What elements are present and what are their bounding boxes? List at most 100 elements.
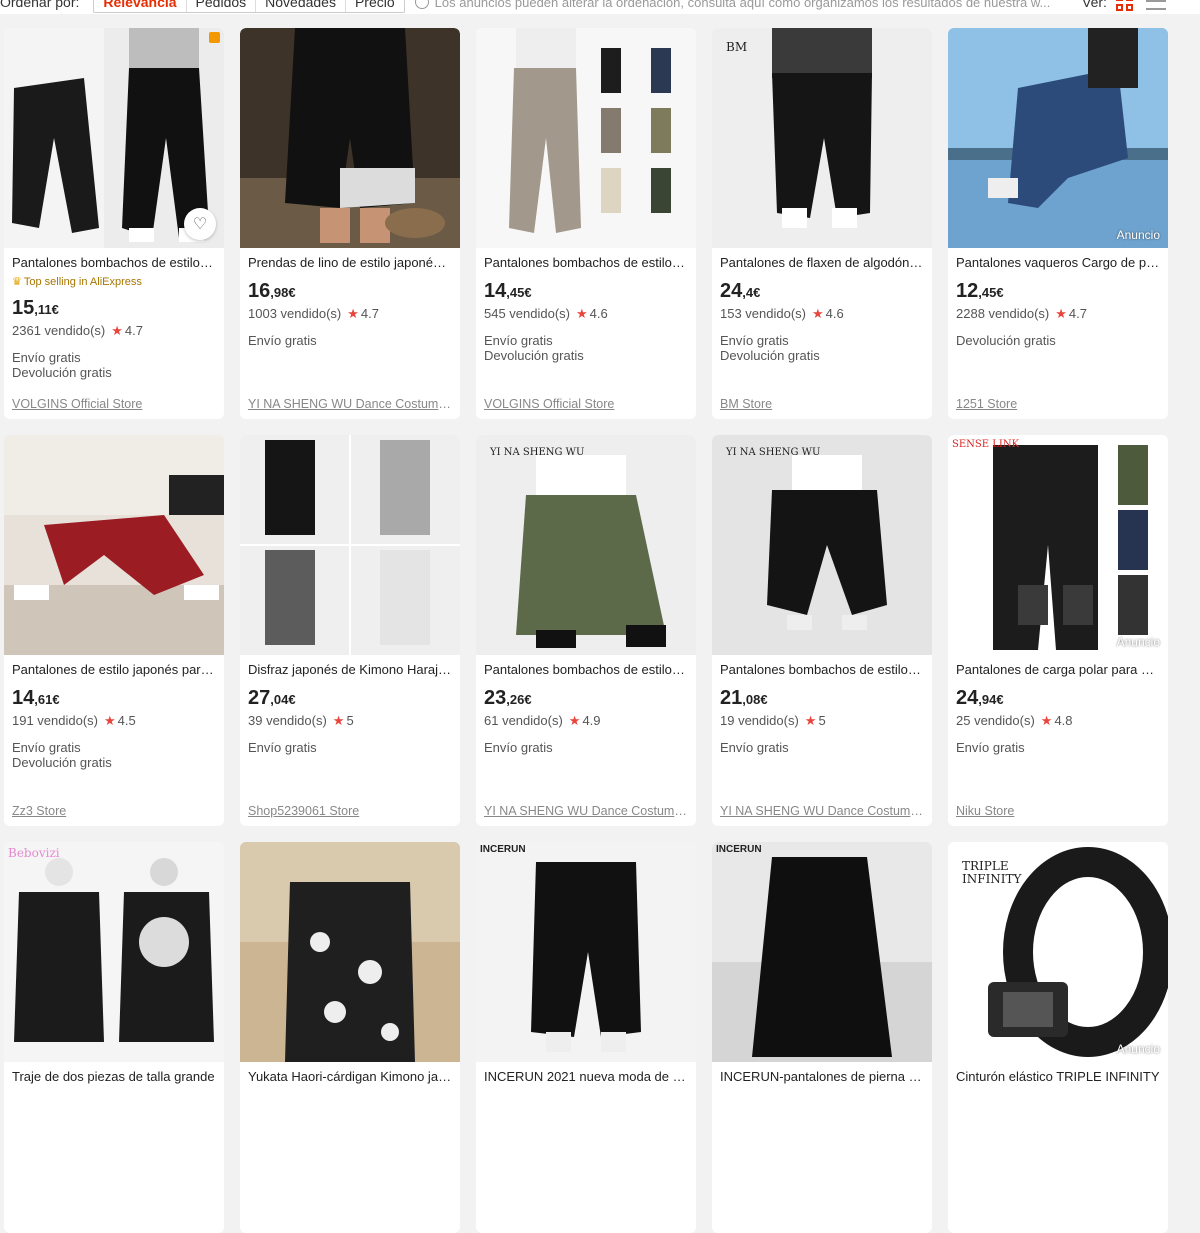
product-title[interactable]: INCERUN-pantalones de pierna ancha	[720, 1068, 924, 1086]
store-link[interactable]: BM Store	[720, 397, 924, 411]
brand-logo: YI NA SHENG WU	[490, 447, 585, 458]
brand-logo: BM	[726, 40, 748, 54]
shipping-info: Envío gratis Devolución gratis	[484, 333, 584, 363]
sold-count: 19 vendido(s) ★ 5	[720, 713, 826, 728]
product-card[interactable]: YI NA SHENG WU Pantalones bombachos de es…	[476, 435, 696, 826]
sort-relevance[interactable]: Relevancia	[94, 0, 187, 12]
brand-logo: YI NA SHENG WU	[726, 447, 821, 458]
product-image[interactable]: Anuncio	[948, 28, 1168, 248]
store-link[interactable]: 1251 Store	[956, 397, 1160, 411]
brand-logo: INCERUN	[716, 844, 762, 855]
product-card[interactable]: Prendas de lino de estilo japonés para h…	[240, 28, 460, 419]
shipping-info: Envío gratis Devolución gratis	[12, 350, 112, 380]
product-title[interactable]: Pantalones bombachos de estilo japonés	[484, 661, 688, 679]
store-link[interactable]: Shop5239061 Store	[248, 804, 452, 818]
star-icon: ★	[104, 713, 116, 728]
sold-count: 545 vendido(s) ★ 4.6	[484, 306, 608, 321]
product-title[interactable]: Cinturón elástico TRIPLE INFINITY	[956, 1068, 1160, 1086]
product-image[interactable]: BM	[712, 28, 932, 248]
store-link[interactable]: Zz3 Store	[12, 804, 216, 818]
product-image[interactable]	[240, 435, 460, 655]
sold-count: 39 vendido(s) ★ 5	[248, 713, 354, 728]
product-price: 24,94€	[956, 687, 1004, 709]
store-link[interactable]: YI NA SHENG WU Dance Costume Store	[484, 804, 688, 818]
product-title[interactable]: Pantalones de estilo japonés para hombre	[12, 661, 216, 679]
brand-logo: SENSE LINK	[952, 439, 1020, 450]
store-link[interactable]: VOLGINS Official Store	[12, 397, 216, 411]
list-view-icon[interactable]	[1146, 0, 1166, 10]
product-title[interactable]: INCERUN 2021 nueva moda de los hombres	[484, 1068, 688, 1086]
product-title[interactable]: Pantalones vaqueros Cargo de pierna anch…	[956, 254, 1160, 272]
product-card[interactable]: Bebovizi Traje de dos piezas de talla gra…	[4, 842, 224, 1233]
product-price: 14,61€	[12, 687, 60, 709]
product-image[interactable]: Bebovizi	[4, 842, 224, 1062]
sold-count: 61 vendido(s) ★ 4.9	[484, 713, 601, 728]
product-card[interactable]: Anuncio Pantalones vaqueros Cargo de pier…	[948, 28, 1168, 419]
product-card[interactable]: Disfraz japonés de Kimono Harajuku 27,04€…	[240, 435, 460, 826]
star-icon: ★	[111, 323, 123, 338]
product-title[interactable]: Pantalones bombachos de estilo chino	[12, 254, 216, 272]
sort-price[interactable]: Precio	[346, 0, 404, 12]
sold-count: 153 vendido(s) ★ 4.6	[720, 306, 844, 321]
product-image[interactable]: YI NA SHENG WU	[476, 435, 696, 655]
product-card[interactable]: BM Pantalones de flaxen de algodón japone…	[712, 28, 932, 419]
store-link[interactable]: VOLGINS Official Store	[484, 397, 688, 411]
brand-logo: TRIPLE INFINITY	[962, 859, 1022, 886]
ad-label: Anuncio	[1116, 1042, 1160, 1056]
star-icon: ★	[576, 306, 588, 321]
product-image[interactable]: YI NA SHENG WU	[712, 435, 932, 655]
sold-count: 1003 vendido(s) ★ 4.7	[248, 306, 379, 321]
shipping-info: Devolución gratis	[956, 333, 1056, 348]
product-title[interactable]: Pantalones bombachos de estilo vintage	[720, 661, 924, 679]
store-link[interactable]: YI NA SHENG WU Dance Costume Store	[720, 804, 924, 818]
product-image[interactable]: SENSE LINK Anuncio	[948, 435, 1168, 655]
product-price: 12,45€	[956, 280, 1004, 302]
brand-logo: INCERUN	[480, 844, 526, 855]
product-title[interactable]: Pantalones de flaxen de algodón japonese…	[720, 254, 924, 272]
star-icon: ★	[812, 306, 824, 321]
product-image[interactable]: INCERUN	[712, 842, 932, 1062]
shipping-info: Envío gratis	[956, 740, 1025, 755]
sort-options: Relevancia Pedidos Novedades Precio	[93, 0, 405, 13]
product-title[interactable]: Prendas de lino de estilo japonés para h…	[248, 254, 452, 272]
store-link[interactable]: YI NA SHENG WU Dance Costume Store	[248, 397, 452, 411]
product-card[interactable]: Pantalones de estilo japonés para hombre…	[4, 435, 224, 826]
heart-icon[interactable]: ♡	[184, 208, 216, 240]
product-price: 23,26€	[484, 687, 532, 709]
shipping-info: Envío gratis Devolución gratis	[720, 333, 820, 363]
product-card[interactable]: TRIPLE INFINITY Anuncio Cinturón elástico T…	[948, 842, 1168, 1233]
crown-icon: ♛	[12, 276, 22, 288]
sort-label: Ordenar por:	[0, 0, 80, 10]
product-image[interactable]	[240, 28, 460, 248]
product-card[interactable]: SENSE LINK Anuncio Pantalones de carga pol…	[948, 435, 1168, 826]
product-price: 24,4€	[720, 280, 761, 302]
product-card[interactable]: YI NA SHENG WU Pantalones bombachos de es…	[712, 435, 932, 826]
product-image[interactable]: ♡	[4, 28, 224, 248]
sort-orders[interactable]: Pedidos	[187, 0, 257, 12]
product-image[interactable]: TRIPLE INFINITY Anuncio	[948, 842, 1168, 1062]
product-card[interactable]: ♡ Pantalones bombachos de estilo chino ♛ To…	[4, 28, 224, 419]
product-title[interactable]: Pantalones de carga polar para hombre	[956, 661, 1160, 679]
product-image[interactable]	[476, 28, 696, 248]
product-card[interactable]: INCERUN INCERUN-pantalones de pierna anch…	[712, 842, 932, 1233]
store-link[interactable]: Niku Store	[956, 804, 1160, 818]
product-title[interactable]: Yukata Haori-cárdigan Kimono japonés	[248, 1068, 452, 1086]
product-image[interactable]	[240, 842, 460, 1062]
product-price: 16,98€	[248, 280, 296, 302]
star-icon: ★	[1040, 713, 1053, 728]
product-title[interactable]: Traje de dos piezas de talla grande	[12, 1068, 216, 1086]
info-icon	[414, 0, 429, 9]
ad-notice[interactable]: Los anuncios pueden alterar la ordenació…	[435, 0, 1051, 10]
product-card[interactable]: Pantalones bombachos de estilo chino 14,4…	[476, 28, 696, 419]
product-price: 15,11€	[12, 297, 59, 319]
shipping-info: Envío gratis	[484, 740, 553, 755]
grid-view-icon[interactable]	[1116, 0, 1133, 11]
badge-icon	[209, 32, 220, 43]
sort-newest[interactable]: Novedades	[256, 0, 346, 12]
product-image[interactable]: INCERUN	[476, 842, 696, 1062]
product-image[interactable]	[4, 435, 224, 655]
product-title[interactable]: Pantalones bombachos de estilo chino	[484, 254, 688, 272]
product-card[interactable]: INCERUN INCERUN 2021 nueva moda de los ho…	[476, 842, 696, 1233]
product-title[interactable]: Disfraz japonés de Kimono Harajuku	[248, 661, 452, 679]
product-card[interactable]: Yukata Haori-cárdigan Kimono japonés	[240, 842, 460, 1233]
